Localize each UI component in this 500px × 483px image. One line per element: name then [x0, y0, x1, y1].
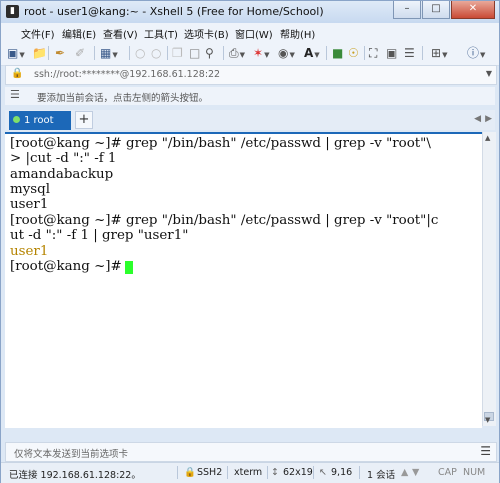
status-divider	[313, 466, 314, 479]
chevron-right-icon[interactable]: ▶	[485, 114, 492, 124]
menu-view[interactable]: 查看(V)	[103, 26, 138, 41]
paste-icon[interactable]: □	[189, 45, 200, 61]
cursor-position-status: 9,16	[331, 467, 353, 478]
compose-bar[interactable]: 仅将文本发送到当前选项卡 ☰	[5, 442, 497, 462]
compose-placeholder: 仅将文本发送到当前选项卡	[14, 449, 129, 460]
terminal-line: amandabackup	[10, 167, 114, 182]
maximize-button[interactable]: □	[422, 1, 450, 19]
scroll-down-icon[interactable]: ▼	[485, 416, 490, 424]
copy-icon[interactable]: ❐	[172, 45, 183, 61]
session-address: ssh://root:********@192.168.61.128:22	[34, 69, 221, 80]
add-icon[interactable]: ⊞▼	[431, 45, 447, 61]
session-count-status: 1 会话	[367, 470, 396, 481]
minimize-button[interactable]: –	[393, 1, 421, 19]
terminal-size-status: 62x19	[283, 467, 313, 478]
new-session-icon[interactable]: ▣▼	[7, 45, 25, 61]
terminal-scrollbar[interactable]: ▲ ▼	[482, 132, 496, 426]
status-divider	[267, 466, 268, 479]
help-icon[interactable]: ⓘ▼	[467, 45, 485, 61]
toolbar-divider	[326, 46, 327, 60]
key-icon[interactable]: ☉	[348, 45, 359, 61]
terminal-line: mysql	[10, 182, 50, 197]
session-hint-text: 要添加当前会话，点击左侧的箭头按钮。	[37, 93, 209, 104]
terminal-output[interactable]: [root@kang ~]# grep "/bin/bash" /etc/pas…	[5, 132, 482, 428]
window-title: root - user1@kang:~ - Xshell 5 (Free for…	[24, 5, 324, 18]
lock-icon: 🔒	[184, 467, 196, 478]
paint-icon[interactable]: ✐	[75, 45, 85, 61]
window-controls: – □ ✕	[392, 1, 495, 19]
pin-icon[interactable]: ☰	[10, 88, 20, 101]
chevron-down-icon[interactable]: ▼	[486, 69, 492, 78]
toolbar-divider	[364, 46, 365, 60]
tab-root[interactable]: 1 root	[9, 111, 71, 130]
toolbar-divider	[94, 46, 95, 60]
script-icon[interactable]: ☰	[404, 45, 415, 61]
menu-window[interactable]: 窗口(W)	[235, 26, 273, 41]
xshell-app-icon[interactable]: ▮	[6, 5, 19, 18]
toolbar-divider	[422, 46, 423, 60]
tab-label: 1 root	[24, 115, 54, 126]
app-window: ▮ root - user1@kang:~ - Xshell 5 (Free f…	[0, 0, 500, 483]
close-button[interactable]: ✕	[451, 1, 495, 19]
font-icon[interactable]: A▼	[304, 45, 320, 61]
terminal-line: user1	[10, 197, 49, 212]
terminal-line: > |cut -d ":" -f 1	[10, 151, 117, 166]
globe-icon[interactable]: ◉▼	[278, 45, 295, 61]
cursor-position-icon: ↖	[319, 467, 327, 478]
terminal-line: ut -d ":" -f 1 | grep "user1"	[10, 228, 189, 243]
print-icon[interactable]: ⎙▼	[229, 45, 245, 61]
lock-icon: 🔒	[11, 68, 24, 79]
color-icon[interactable]: ■	[332, 45, 343, 61]
chevron-down-icon[interactable]: ▼	[412, 467, 419, 478]
toolbar: ▣▼ 📁 ✒ ✐ ▦▼ ○ ○ ❐ □ ⚲ ⎙▼ ✶▼ ◉▼ A▼ ■ ☉ ⛶ …	[1, 41, 499, 66]
protocol-status: SSH2	[197, 467, 223, 478]
menu-icon[interactable]: ☰	[480, 444, 491, 458]
terminal-line: [root@kang ~]# grep "/bin/bash" /etc/pas…	[10, 213, 439, 228]
connected-status-icon	[13, 116, 20, 123]
caps-lock-indicator: CAP	[438, 467, 457, 478]
add-tab-button[interactable]: +	[75, 111, 93, 129]
terminal-line: [root@kang ~]# grep "/bin/bash" /etc/pas…	[10, 136, 431, 151]
reconnect-icon[interactable]: ○	[135, 45, 145, 61]
num-lock-indicator: NUM	[463, 467, 486, 478]
edit-icon[interactable]: ✒	[55, 45, 65, 61]
terminal-prompt: [root@kang ~]#	[10, 259, 126, 274]
size-icon: ↕	[271, 467, 279, 478]
terminal-line-highlighted: user1	[10, 244, 49, 259]
toolbar-divider	[223, 46, 224, 60]
title-bar: ▮ root - user1@kang:~ - Xshell 5 (Free f…	[1, 1, 499, 23]
tab-strip: 1 root + ◀ ▶	[5, 110, 495, 130]
terminal-type-status: xterm	[234, 467, 263, 478]
menu-help[interactable]: 帮助(H)	[280, 26, 315, 41]
toolbar-divider	[129, 46, 130, 60]
menu-tabs[interactable]: 选项卡(B)	[184, 26, 229, 41]
toolbar-divider	[167, 46, 168, 60]
status-divider	[359, 466, 360, 479]
transfer-icon[interactable]: ✶▼	[253, 45, 269, 61]
properties-icon[interactable]: ▦▼	[100, 45, 118, 61]
menu-tools[interactable]: 工具(T)	[144, 26, 178, 41]
lock-icon[interactable]: ▣	[386, 45, 397, 61]
find-icon[interactable]: ⚲	[205, 45, 214, 61]
status-bar: 已连接 192.168.61.128:22。 🔒 SSH2 xterm ↕ 62…	[1, 462, 499, 483]
chevron-left-icon[interactable]: ◀	[474, 114, 481, 124]
fullscreen-icon[interactable]: ⛶	[369, 45, 377, 61]
chevron-up-icon[interactable]: ▲	[401, 467, 408, 478]
menu-bar: 文件(F) 编辑(E) 查看(V) 工具(T) 选项卡(B) 窗口(W) 帮助(…	[1, 23, 499, 41]
terminal-cursor	[125, 261, 133, 274]
toolbar-divider	[48, 46, 49, 60]
disconnect-icon[interactable]: ○	[151, 45, 161, 61]
session-hint-bar: ☰ 要添加当前会话，点击左侧的箭头按钮。	[5, 87, 495, 105]
connection-status: 已连接 192.168.61.128:22。	[9, 470, 141, 481]
status-divider	[227, 466, 228, 479]
menu-edit[interactable]: 编辑(E)	[62, 26, 96, 41]
address-bar[interactable]: 🔒 ssh://root:********@192.168.61.128:22 …	[5, 65, 497, 85]
menu-file[interactable]: 文件(F)	[21, 26, 55, 41]
status-divider	[177, 466, 178, 479]
scroll-up-icon[interactable]: ▲	[485, 134, 490, 142]
open-folder-icon[interactable]: 📁	[32, 45, 47, 61]
